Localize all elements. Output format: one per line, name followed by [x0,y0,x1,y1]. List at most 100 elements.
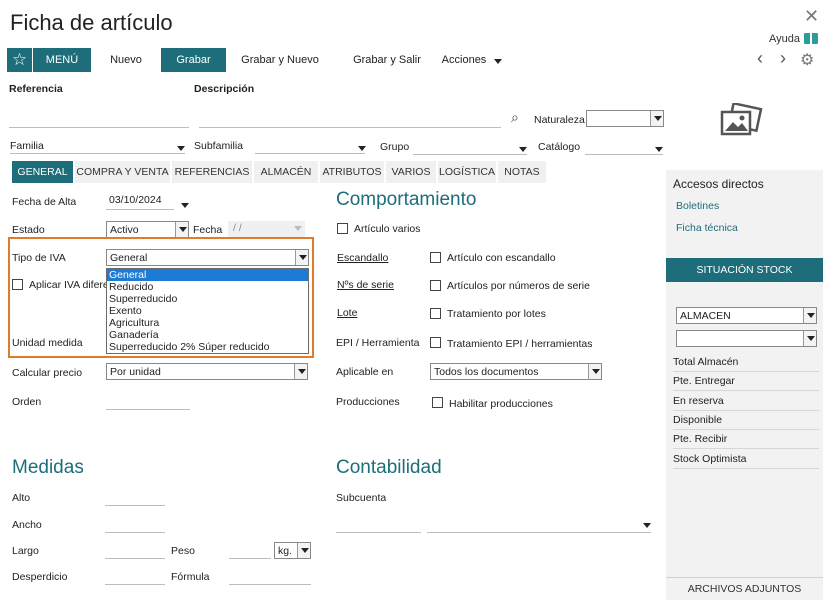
familia-input[interactable] [10,138,185,154]
dropdown-option[interactable]: Superreducido 2% Súper reducido [107,341,308,353]
estado-value: Activo [110,224,139,236]
fecha-label: Fecha [193,224,223,236]
previous-arrow-icon[interactable]: ‹ [757,48,763,69]
reference-label: Referencia [9,83,63,95]
picture-icon[interactable] [720,101,764,137]
catalogo-dropdown-icon[interactable] [652,142,663,154]
orden-input[interactable] [106,394,190,410]
stock-header: SITUACIÓN STOCK [666,258,823,282]
tab-varios[interactable]: VARIOS [386,161,436,183]
save-and-exit-button[interactable]: Grabar y Salir [348,48,426,72]
almacen-secondary-select[interactable] [676,330,817,347]
contabilidad-title: Contabilidad [336,457,442,478]
tab-referencias[interactable]: REFERENCIAS [172,161,252,183]
subfamilia-input[interactable] [255,138,365,154]
calcular-precio-label: Calcular precio [12,367,83,379]
alto-input[interactable] [105,490,165,506]
escandallo-checkbox[interactable] [430,252,441,263]
tab-atributos[interactable]: ATRIBUTOS [320,161,384,183]
ancho-input[interactable] [105,517,165,533]
stock-row: Stock Optimista [673,450,819,469]
epi-checkbox[interactable] [430,337,441,348]
new-button[interactable]: Nuevo [103,48,149,72]
favorite-star-icon[interactable]: ☆ [7,48,32,72]
subcuenta-input[interactable] [336,517,421,533]
producciones-checkbox[interactable] [432,397,443,408]
grupo-dropdown-icon[interactable] [516,142,527,154]
reference-input[interactable] [9,112,189,128]
description-input[interactable] [199,112,501,128]
articulo-varios-checkbox[interactable] [337,223,348,234]
subcuenta-dropdown-icon[interactable] [640,518,651,530]
dropdown-option[interactable]: General [107,269,308,281]
actions-button[interactable]: Acciones [440,48,488,72]
lote-link[interactable]: Lote [337,307,357,319]
dropdown-option[interactable]: Ganadería [107,329,308,341]
stock-row: Pte. Recibir [673,430,819,449]
articulo-varios-label: Artículo varios [354,223,421,235]
subfamilia-dropdown-icon[interactable] [355,141,366,153]
orden-label: Orden [12,396,42,408]
tab-logistica[interactable]: LOGÍSTICA [438,161,496,183]
aplicar-iva-checkbox[interactable] [12,279,23,290]
almacen-select[interactable]: ALMACEN [676,307,817,324]
peso-unit-select[interactable]: kg. [274,542,311,559]
producciones-label: Producciones [336,396,400,408]
dropdown-option[interactable]: Agricultura [107,317,308,329]
ficha-tecnica-link[interactable]: Ficha técnica [676,222,738,234]
epi-label: EPI / Herramienta [336,337,420,349]
description-label: Descripción [194,83,255,95]
tab-notas[interactable]: NOTAS [498,161,546,183]
next-arrow-icon[interactable]: › [780,48,786,69]
close-icon[interactable]: ✕ [804,6,819,27]
n-serie-link[interactable]: Nºs de serie [337,279,394,291]
stock-row: En reserva [673,392,819,411]
tipo-iva-value: General [110,252,148,264]
help-link[interactable]: Ayuda [769,33,800,45]
calcular-precio-select[interactable]: Por unidad [106,363,308,380]
largo-input[interactable] [105,543,165,559]
lotes-checkbox-label: Tratamiento por lotes [447,308,546,320]
medidas-title: Medidas [12,457,84,478]
desperdicio-label: Desperdicio [12,571,68,583]
serie-checkbox-label: Artículos por números de serie [447,280,590,292]
peso-input[interactable] [229,543,271,559]
subcuenta-label: Subcuenta [336,492,387,504]
escandallo-checkbox-label: Artículo con escandallo [447,252,556,264]
tab-general[interactable]: GENERAL [12,161,73,183]
aplicable-en-value: Todos los documentos [434,366,539,378]
estado-select[interactable]: Activo [106,221,189,238]
tab-compra-venta[interactable]: COMPRA Y VENTA [75,161,170,183]
aplicable-en-select[interactable]: Todos los documentos [430,363,602,380]
tipo-iva-select[interactable]: General [106,249,309,266]
dropdown-option[interactable]: Reducido [107,281,308,293]
archivos-adjuntos-button[interactable]: ARCHIVOS ADJUNTOS [666,577,823,600]
menu-button[interactable]: MENÚ [33,48,91,72]
boletines-link[interactable]: Boletines [676,200,719,212]
naturaleza-select[interactable] [586,110,664,127]
serie-checkbox[interactable] [430,280,441,291]
grupo-input[interactable] [413,139,527,155]
fecha-value: / / [233,222,242,234]
stock-row: Total Almacén [673,353,819,372]
dropdown-option[interactable]: Exento [107,305,308,317]
subcuenta-desc-input[interactable] [427,517,651,533]
escandallo-link[interactable]: Escandallo [337,252,388,264]
save-and-new-button[interactable]: Grabar y Nuevo [238,48,322,72]
lotes-checkbox[interactable] [430,308,441,319]
desperdicio-input[interactable] [105,569,165,585]
tipo-iva-dropdown-list[interactable]: General Reducido Superreducido Exento Ag… [106,268,309,354]
calendar-dropdown-icon[interactable] [178,198,189,210]
fecha-alta-input[interactable] [106,192,174,210]
gear-icon[interactable]: ⚙ [800,50,814,70]
formula-input[interactable] [229,569,311,585]
largo-label: Largo [12,545,39,557]
book-icon[interactable] [804,33,818,44]
search-icon[interactable]: ⌕ [511,109,519,126]
save-button[interactable]: Grabar [161,48,226,72]
dropdown-option[interactable]: Superreducido [107,293,308,305]
familia-dropdown-icon[interactable] [174,141,185,153]
fecha-alta-label: Fecha de Alta [12,196,77,208]
chevron-down-icon[interactable] [491,54,502,66]
tab-almacen[interactable]: ALMACÉN [254,161,318,183]
